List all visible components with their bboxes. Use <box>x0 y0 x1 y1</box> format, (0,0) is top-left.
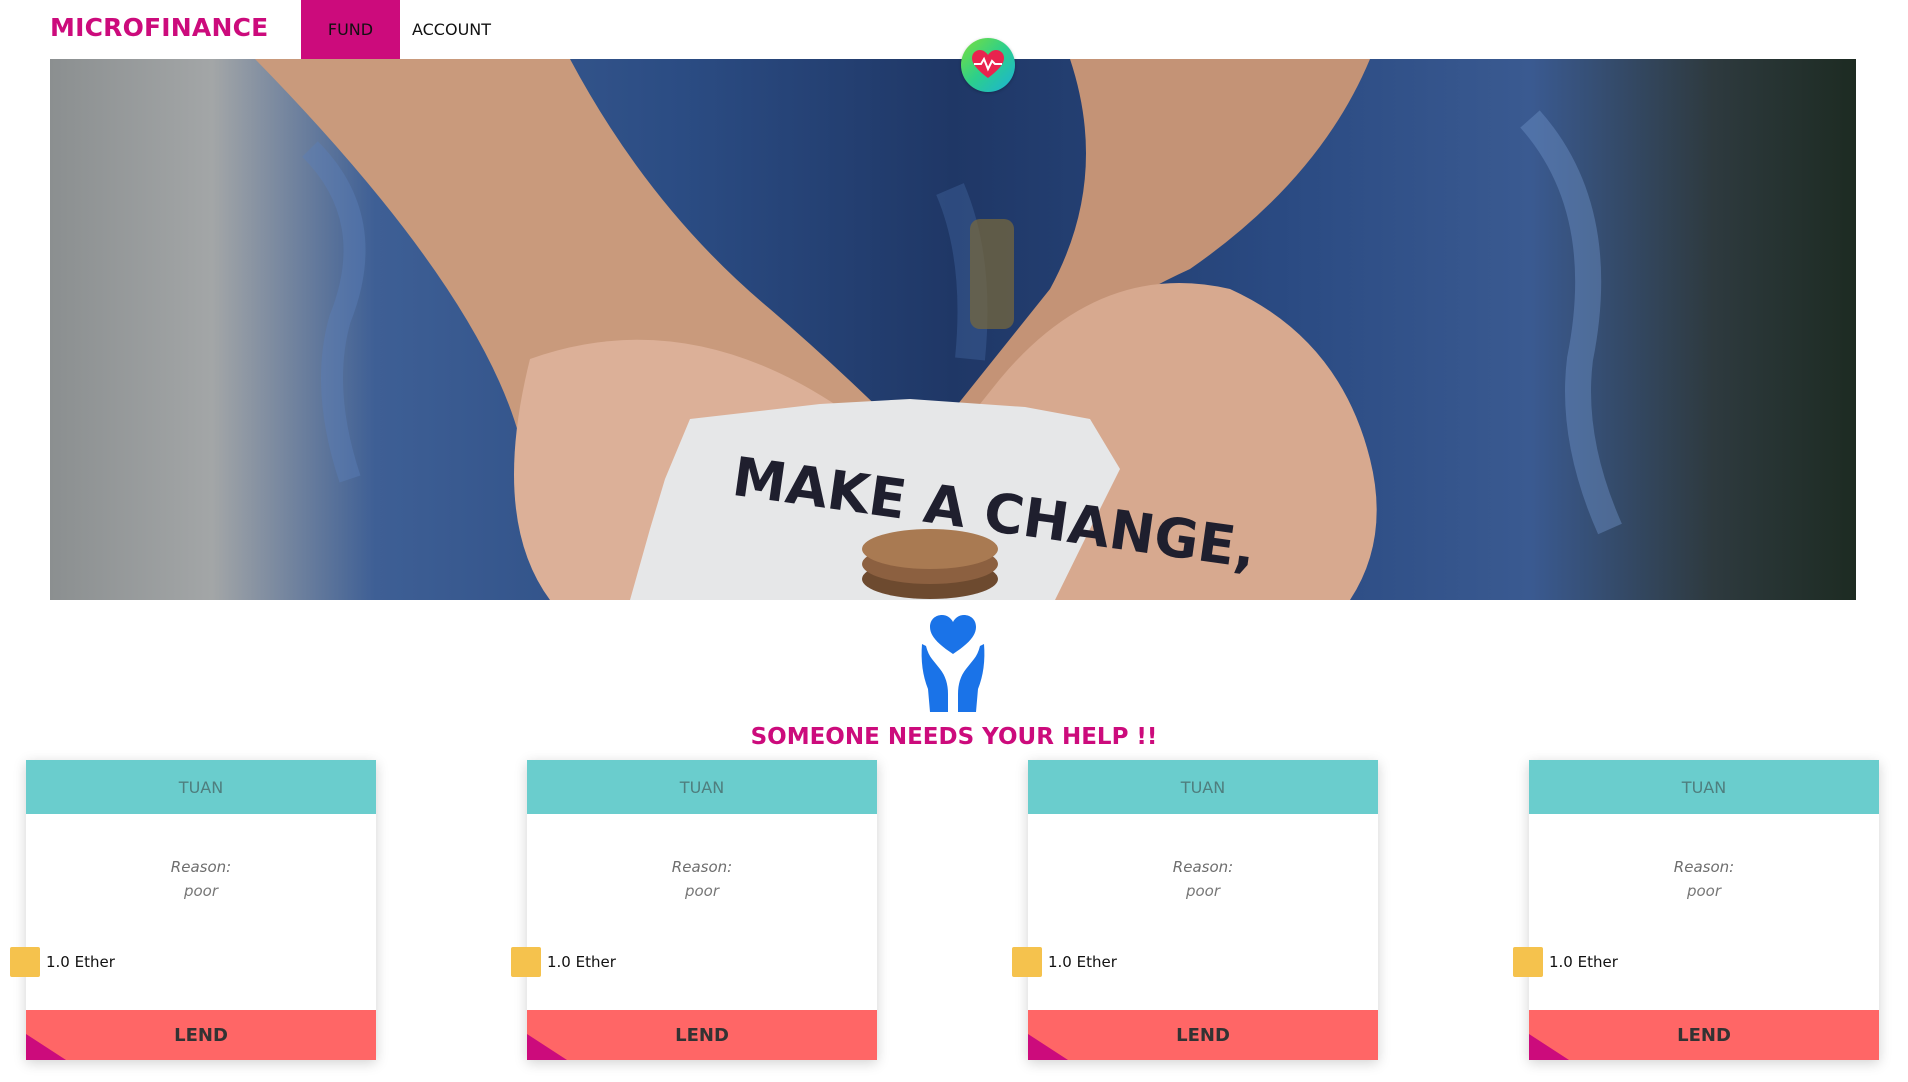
loan-card: TUAN Reason: poor 1.0 Ether LEND <box>511 760 877 1060</box>
card-amount: 1.0 Ether <box>10 947 115 977</box>
card-reason-value: poor <box>183 882 219 900</box>
help-title: SOMEONE NEEDS YOUR HELP !! <box>750 724 1158 750</box>
heart-pulse-icon <box>961 38 1015 92</box>
lend-corner-decoration <box>527 1034 567 1060</box>
card-reason-label: Reason: <box>170 858 232 876</box>
ether-icon <box>1513 947 1543 977</box>
card-borrower-name: TUAN <box>26 760 376 814</box>
lend-corner-decoration <box>1529 1034 1569 1060</box>
nav-account[interactable]: ACCOUNT <box>400 0 503 59</box>
loan-card: TUAN Reason: poor 1.0 Ether LEND <box>1012 760 1378 1060</box>
brand-logo[interactable]: MICROFINANCE <box>50 13 268 42</box>
lend-button[interactable]: LEND <box>1028 1010 1378 1060</box>
card-amount-text: 1.0 Ether <box>46 953 115 971</box>
nav-fund[interactable]: FUND <box>301 0 400 59</box>
loan-cards: TUAN Reason: poor 1.0 Ether LEND TUAN Re… <box>0 760 1908 1060</box>
lend-button[interactable]: LEND <box>26 1010 376 1060</box>
loan-card: TUAN Reason: poor 1.0 Ether LEND <box>1513 760 1879 1060</box>
loan-card: TUAN Reason: poor 1.0 Ether LEND <box>10 760 376 1060</box>
card-reason-label: Reason: <box>671 858 733 876</box>
hands-heart-icon <box>918 614 988 714</box>
card-amount-text: 1.0 Ether <box>1048 953 1117 971</box>
hero-image: MAKE A CHANGE, <box>50 59 1856 600</box>
lend-button-label: LEND <box>1677 1024 1731 1046</box>
card-reason-value: poor <box>1185 882 1221 900</box>
lend-button-label: LEND <box>1176 1024 1230 1046</box>
card-amount-text: 1.0 Ether <box>1549 953 1618 971</box>
card-amount-text: 1.0 Ether <box>547 953 616 971</box>
lend-corner-decoration <box>26 1034 66 1060</box>
card-borrower-name: TUAN <box>527 760 877 814</box>
card-reason-label: Reason: <box>1172 858 1234 876</box>
page: MICROFINANCE FUND ACCOUNT MAKE A CHANGE, <box>0 0 1908 1082</box>
ether-icon <box>1012 947 1042 977</box>
lend-button[interactable]: LEND <box>527 1010 877 1060</box>
card-reason-label: Reason: <box>1673 858 1735 876</box>
card-reason-value: poor <box>1686 882 1722 900</box>
ether-icon <box>10 947 40 977</box>
card-amount: 1.0 Ether <box>1012 947 1117 977</box>
hero-illustration: MAKE A CHANGE, <box>255 59 1622 600</box>
ether-icon <box>511 947 541 977</box>
card-borrower-name: TUAN <box>1028 760 1378 814</box>
lend-button-label: LEND <box>174 1024 228 1046</box>
card-reason-value: poor <box>684 882 720 900</box>
card-borrower-name: TUAN <box>1529 760 1879 814</box>
lend-corner-decoration <box>1028 1034 1068 1060</box>
card-amount: 1.0 Ether <box>1513 947 1618 977</box>
lend-button[interactable]: LEND <box>1529 1010 1879 1060</box>
lend-button-label: LEND <box>675 1024 729 1046</box>
card-amount: 1.0 Ether <box>511 947 616 977</box>
